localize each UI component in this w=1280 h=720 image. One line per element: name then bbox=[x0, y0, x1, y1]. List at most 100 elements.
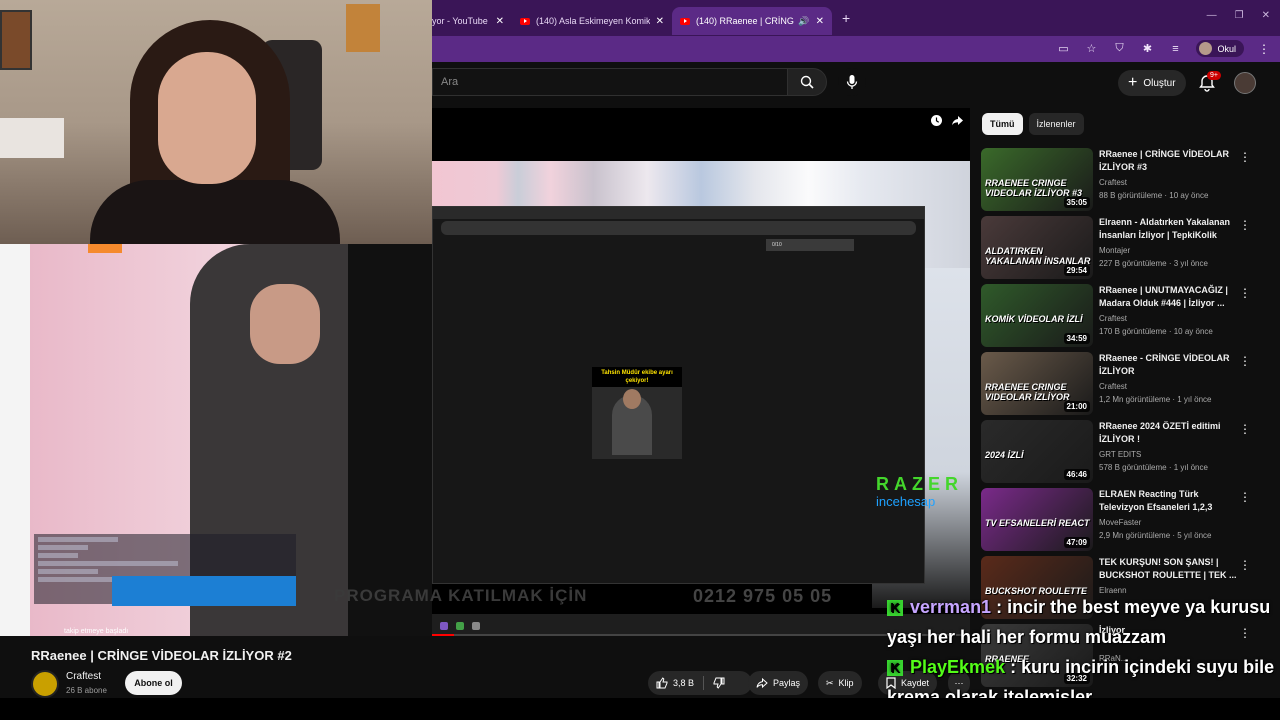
tab-youtube-active[interactable]: (140) RRaenee | CRİNGE Vİ 🔊 ✕ bbox=[672, 7, 832, 35]
chip-all[interactable]: Tümü bbox=[982, 113, 1023, 135]
shield-icon[interactable]: ⛉ bbox=[1112, 42, 1126, 56]
maximize-icon[interactable]: ❐ bbox=[1235, 10, 1244, 21]
like-dislike-group: 3,8 B bbox=[648, 671, 752, 695]
thumbs-up-icon[interactable] bbox=[656, 677, 668, 689]
app-icon bbox=[456, 622, 464, 630]
tab-youtube-1[interactable]: yor - YouTube ✕ bbox=[432, 7, 512, 35]
clip-person bbox=[612, 389, 652, 455]
channel-name[interactable]: Craftest bbox=[66, 671, 101, 682]
thumbnail-text: TV EFSANELERİ REACT bbox=[985, 518, 1090, 528]
extensions-icon[interactable]: ✱ bbox=[1140, 42, 1154, 56]
browser-menu-icon[interactable]: ⋮ bbox=[1258, 42, 1270, 56]
video-title[interactable]: RRaenee - CRİNGE VİDEOLAR İZLİYOR bbox=[1099, 352, 1239, 378]
channel-avatar[interactable] bbox=[31, 670, 59, 698]
kick-badge-icon: K bbox=[887, 660, 903, 677]
video-thumbnail[interactable]: ALDATIRKEN YAKALANAN İNSANLAR 29:54 bbox=[981, 216, 1093, 279]
chat-line bbox=[38, 545, 88, 550]
kick-badge-icon: K bbox=[887, 600, 903, 617]
share-button[interactable]: Paylaş bbox=[748, 671, 809, 695]
video-title[interactable]: Elraenn - Aldatırken Yakalanan İnsanları… bbox=[1099, 216, 1239, 242]
close-icon[interactable]: ✕ bbox=[496, 16, 504, 27]
taskbar-icons bbox=[432, 622, 480, 630]
view-meta: 170 B görüntüleme · 10 ay önce bbox=[1099, 327, 1213, 336]
more-vertical-icon[interactable]: ⋮ bbox=[1239, 558, 1251, 572]
inner-tab-strip bbox=[433, 207, 924, 219]
profile-button[interactable]: Okul bbox=[1196, 40, 1244, 57]
channel-name[interactable]: Craftest bbox=[1099, 314, 1127, 323]
bookmark-star-icon[interactable]: ☆ bbox=[1084, 42, 1098, 56]
tab-label: yor - YouTube bbox=[432, 16, 488, 26]
video-title[interactable]: ELRAEN Reacting Türk Televizyon Efsanele… bbox=[1099, 488, 1239, 514]
video-thumbnail[interactable]: TV EFSANELERİ REACT 47:09 bbox=[981, 488, 1093, 551]
more-vertical-icon[interactable]: ⋮ bbox=[1239, 354, 1251, 368]
more-vertical-icon[interactable]: ⋮ bbox=[1239, 286, 1251, 300]
webcam-overlay bbox=[0, 0, 432, 244]
subscribe-button[interactable]: Abone ol bbox=[125, 671, 182, 695]
youtube-favicon-icon bbox=[520, 17, 530, 25]
media-icon[interactable]: ≡ bbox=[1168, 42, 1182, 56]
divider bbox=[703, 676, 705, 690]
thumbnail-text: ALDATIRKEN YAKALANAN İNSANLAR bbox=[985, 246, 1091, 266]
video-duration: 34:59 bbox=[1063, 333, 1090, 344]
recommendation-item[interactable]: RRAENEE CRINGE VIDEOLAR İZLİYOR #3 35:05 R… bbox=[981, 148, 1261, 212]
chat-username: verrman1 bbox=[910, 597, 992, 617]
video-title[interactable]: TEK KURŞUN! SON ŞANS! | BUCKSHOT ROULETT… bbox=[1099, 556, 1239, 582]
video-title[interactable]: RRaenee 2024 ÖZETİ editimi İZLİYOR ! bbox=[1099, 420, 1239, 446]
close-icon[interactable]: ✕ bbox=[656, 16, 664, 27]
recommendation-item[interactable]: KOMİK VİDEOLAR İZLİ 34:59 RRaenee | UNUTMA… bbox=[981, 284, 1261, 348]
razer-logo: RAZER bbox=[876, 474, 963, 494]
inner-url-bar bbox=[441, 221, 916, 235]
close-icon[interactable]: ✕ bbox=[816, 16, 824, 27]
share-arrow-icon[interactable] bbox=[951, 114, 964, 127]
create-label: Oluştur bbox=[1143, 77, 1176, 89]
screen: yor - YouTube ✕ (140) Asla Eskimeyen Kom… bbox=[0, 0, 1280, 720]
program-phone-number: 0212 975 05 05 bbox=[693, 586, 833, 606]
channel-name[interactable]: MoveFaster bbox=[1099, 518, 1141, 527]
subscriber-count: 26 B abone bbox=[66, 686, 107, 695]
like-count[interactable]: 3,8 B bbox=[673, 678, 694, 688]
incehesap-logo: incehesap bbox=[876, 494, 936, 509]
stream-scene: takip etmeye başladı bbox=[0, 244, 432, 636]
app-icon bbox=[472, 622, 480, 630]
recommendation-item[interactable]: 2024 İZLİ 46:46 RRaenee 2024 ÖZETİ editimi… bbox=[981, 420, 1261, 484]
video-thumbnail[interactable]: RRAENEE CRINGE VIDEOLAR İZLİYOR 21:00 bbox=[981, 352, 1093, 415]
chat-line bbox=[38, 561, 178, 566]
thumbs-down-icon[interactable] bbox=[713, 677, 725, 689]
cast-icon[interactable]: ▭ bbox=[1056, 42, 1070, 56]
clip-button[interactable]: ✂ Klip bbox=[818, 671, 862, 695]
channel-name[interactable]: Craftest bbox=[1099, 382, 1127, 391]
video-player[interactable]: 0/10 Tahsin Müdür ekibe ayarı çekiyor! R… bbox=[432, 108, 970, 636]
profile-avatar bbox=[1199, 42, 1213, 55]
new-tab-icon[interactable]: + bbox=[842, 10, 850, 26]
video-thumbnail[interactable]: RRAENEE CRINGE VIDEOLAR İZLİYOR #3 35:05 bbox=[981, 148, 1093, 211]
channel-name[interactable]: Craftest bbox=[1099, 178, 1127, 187]
recommendation-item[interactable]: ALDATIRKEN YAKALANAN İNSANLAR 29:54 Elraen… bbox=[981, 216, 1261, 280]
close-window-icon[interactable]: ✕ bbox=[1262, 10, 1270, 21]
more-vertical-icon[interactable]: ⋮ bbox=[1239, 218, 1251, 232]
speaker-icon[interactable]: 🔊 bbox=[798, 16, 809, 27]
search-input[interactable]: Ara bbox=[432, 68, 787, 96]
video-title[interactable]: RRaenee | CRİNGE VİDEOLAR İZLİYOR #3 bbox=[1099, 148, 1239, 174]
chip-watched[interactable]: İzlenenler bbox=[1028, 113, 1084, 135]
streamer-face bbox=[158, 52, 256, 184]
search-button[interactable] bbox=[787, 68, 827, 96]
channel-name[interactable]: GRT EDITS bbox=[1099, 450, 1141, 459]
more-vertical-icon[interactable]: ⋮ bbox=[1239, 150, 1251, 164]
more-vertical-icon[interactable]: ⋮ bbox=[1239, 422, 1251, 436]
view-meta: 88 B görüntüleme · 10 ay önce bbox=[1099, 191, 1209, 200]
video-title[interactable]: RRaenee | UNUTMAYACAĞIZ | Madara Olduk #… bbox=[1099, 284, 1239, 310]
watch-later-icon[interactable] bbox=[930, 114, 943, 127]
minimize-icon[interactable]: — bbox=[1207, 10, 1217, 21]
recommendation-item[interactable]: TV EFSANELERİ REACT 47:09 ELRAEN Reacting … bbox=[981, 488, 1261, 552]
recommendation-item[interactable]: RRAENEE CRINGE VIDEOLAR İZLİYOR 21:00 RRae… bbox=[981, 352, 1261, 416]
video-thumbnail[interactable]: 2024 İZLİ 46:46 bbox=[981, 420, 1093, 483]
channel-name[interactable]: Montajer bbox=[1099, 246, 1130, 255]
voice-search-button[interactable] bbox=[838, 68, 866, 96]
inner-video-clip: Tahsin Müdür ekibe ayarı çekiyor! bbox=[592, 367, 682, 459]
tab-youtube-2[interactable]: (140) Asla Eskimeyen Komik Vi ✕ bbox=[512, 7, 672, 35]
video-thumbnail[interactable]: KOMİK VİDEOLAR İZLİ 34:59 bbox=[981, 284, 1093, 347]
more-vertical-icon[interactable]: ⋮ bbox=[1239, 490, 1251, 504]
user-avatar[interactable] bbox=[1234, 72, 1256, 94]
create-button[interactable]: + Oluştur bbox=[1118, 70, 1186, 96]
video-progress-fill bbox=[432, 634, 454, 636]
